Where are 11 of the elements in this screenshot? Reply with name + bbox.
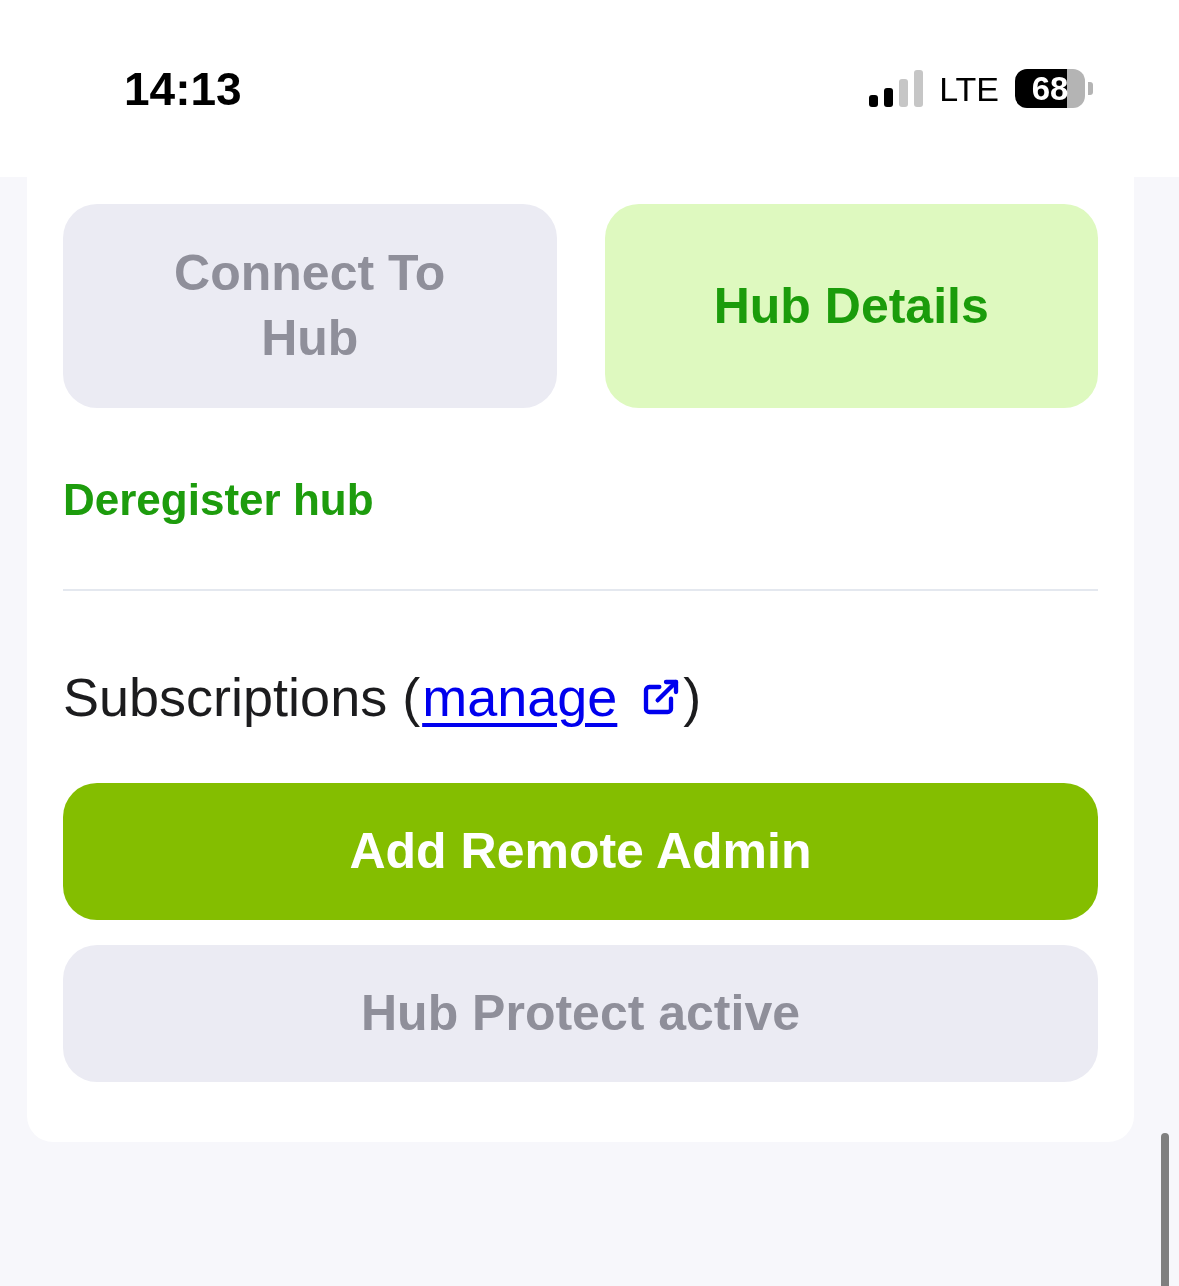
hub-action-button[interactable]: Connect To Hub	[63, 204, 557, 408]
subscriptions-label: Subscriptions (manage )	[63, 664, 702, 730]
clock-time: 14:13	[124, 65, 242, 112]
deregister-link[interactable]: Deregister hub	[63, 472, 374, 528]
manage-link[interactable]: manage	[422, 664, 618, 730]
hub-action-button[interactable]: Hub Details	[604, 204, 1098, 408]
action-button[interactable]: Hub Protect active	[63, 945, 1098, 1082]
battery-cap-icon	[1088, 82, 1093, 95]
action-button[interactable]: Add Remote Admin	[63, 783, 1098, 920]
signal-icon	[869, 70, 924, 107]
network-label: LTE	[939, 71, 999, 106]
